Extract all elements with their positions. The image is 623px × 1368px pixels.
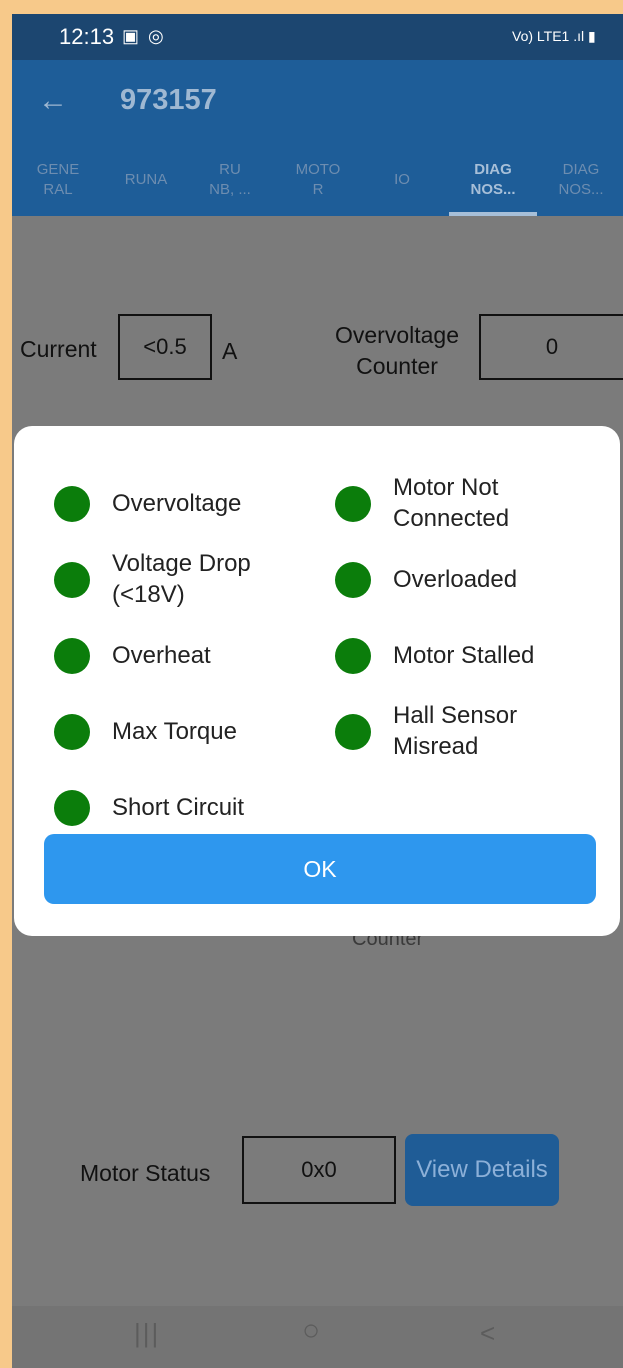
indicator-label: Hall Sensor Misread xyxy=(393,702,518,760)
overvoltage-counter-field: 0 xyxy=(479,314,623,380)
indicator-label: Max Torque xyxy=(112,718,237,745)
tab-io[interactable]: IO xyxy=(382,170,422,190)
indicator-label: Short Circuit xyxy=(112,794,245,821)
indicator-label: Motor Not Connected xyxy=(393,474,510,532)
indicator-label: Voltage Drop (<18V) xyxy=(112,550,251,608)
indicator-label: Motor Stalled xyxy=(393,642,535,669)
recents-icon[interactable]: ||| xyxy=(134,1318,160,1349)
phone-screen: 12:13 ▣ ◎ Vo) LTE1 .ıl ▮ ← 973157 GENE R… xyxy=(12,14,623,1368)
current-label: Current xyxy=(20,336,97,362)
tab-general[interactable]: GENE RAL xyxy=(30,160,86,200)
overvoltage-counter-label: Overvoltage Counter xyxy=(334,322,459,379)
signal-battery-icon: Vo) LTE1 .ıl ▮ xyxy=(512,28,596,44)
clock: 12:13 xyxy=(59,24,115,49)
status-dot-icon xyxy=(335,562,371,598)
ok-button[interactable]: OK xyxy=(44,834,596,904)
system-nav-bar: ||| ○ < xyxy=(12,1306,623,1368)
diagnostics-dialog: Overvoltage Motor Not Connected Voltage … xyxy=(14,426,620,936)
home-icon[interactable]: ○ xyxy=(302,1314,320,1348)
motor-status-label: Motor Status xyxy=(80,1160,211,1186)
status-dot-icon xyxy=(335,638,371,674)
back-arrow-icon[interactable]: ← xyxy=(38,86,68,116)
status-bar: 12:13 ▣ ◎ Vo) LTE1 .ıl ▮ xyxy=(12,14,623,60)
status-dot-icon xyxy=(54,638,90,674)
current-unit: A xyxy=(222,338,238,364)
current-value-field: <0.5 xyxy=(118,314,212,380)
status-dot-icon xyxy=(54,562,90,598)
app-bar: ← 973157 GENE RAL RUNA RU NB, ... MOTO R… xyxy=(12,60,623,216)
motor-status-field: 0x0 xyxy=(242,1136,396,1204)
status-dot-icon xyxy=(54,486,90,522)
sync-icon: ◎ xyxy=(148,26,164,46)
indicator-label: Overheat xyxy=(112,642,211,669)
status-dot-icon xyxy=(54,790,90,826)
indicator-label: Overloaded xyxy=(393,566,518,593)
back-icon[interactable]: < xyxy=(480,1318,495,1349)
status-dot-icon xyxy=(335,714,371,750)
tab-runb[interactable]: RU NB, ... xyxy=(200,160,260,200)
gallery-icon: ▣ xyxy=(122,26,140,46)
tab-diagnostics-2[interactable]: DIAG NOS... xyxy=(546,160,616,200)
view-details-button[interactable]: View Details xyxy=(405,1134,559,1206)
status-dot-icon xyxy=(335,486,371,522)
indicator-label: Overvoltage xyxy=(112,490,242,517)
tab-runa[interactable]: RUNA xyxy=(116,170,176,190)
tab-diagnostics[interactable]: DIAG NOS... xyxy=(458,160,528,200)
status-dot-icon xyxy=(54,714,90,750)
tab-motor[interactable]: MOTO R xyxy=(286,160,350,200)
page-title: 973157 xyxy=(120,84,217,116)
